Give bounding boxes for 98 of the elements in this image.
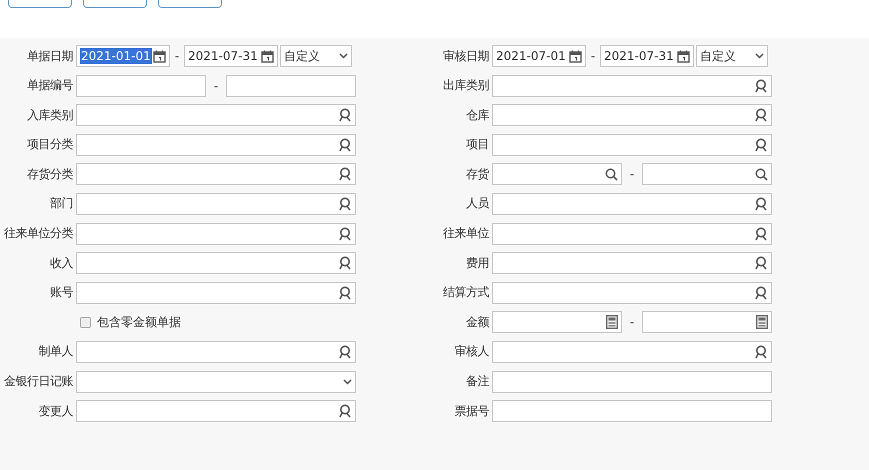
search-icon[interactable]	[605, 168, 618, 181]
field-label: 项目分类	[26, 136, 74, 154]
input-field[interactable]	[226, 74, 356, 97]
magnifier-icon[interactable]	[754, 256, 768, 270]
calendar-icon[interactable]	[677, 50, 690, 62]
input-field[interactable]	[492, 311, 622, 334]
range-separator: -	[212, 78, 220, 93]
magnifier-icon[interactable]	[754, 286, 768, 300]
magnifier-icon[interactable]	[338, 167, 352, 182]
input-field[interactable]	[492, 340, 772, 363]
magnifier-icon[interactable]	[754, 196, 768, 211]
magnifier-icon[interactable]	[338, 286, 352, 300]
input-field[interactable]	[76, 340, 356, 363]
field-label: 费用	[465, 254, 490, 272]
field-label: 人员	[465, 195, 490, 212]
field-label: 收入	[49, 254, 74, 272]
date-value: 2021-07-01	[496, 49, 566, 63]
input-field[interactable]	[76, 134, 356, 156]
input-field[interactable]	[76, 74, 206, 97]
calculator-icon[interactable]	[606, 315, 618, 330]
field-label: 往来单位	[442, 225, 490, 242]
range-separator: -	[590, 49, 596, 63]
field-label: 单据编号	[26, 77, 74, 94]
toolbar-button[interactable]	[158, 0, 222, 8]
input-field[interactable]	[492, 282, 772, 304]
magnifier-icon[interactable]	[338, 108, 352, 122]
field-label: 金额	[465, 314, 490, 331]
magnifier-icon[interactable]	[754, 108, 768, 122]
search-icon[interactable]	[755, 168, 768, 181]
input-field[interactable]	[76, 104, 356, 126]
input-field[interactable]	[76, 222, 356, 245]
period-dropdown[interactable]: 自定义	[696, 45, 768, 67]
date-field[interactable]: 2021-01-01	[76, 45, 170, 67]
calendar-icon[interactable]	[569, 50, 582, 62]
checkbox-label: 包含零金额单据	[97, 314, 181, 331]
field-label: 制单人	[38, 343, 74, 360]
range-separator: -	[628, 167, 636, 182]
field-label: 出库类别	[442, 77, 490, 94]
input-field[interactable]	[492, 163, 622, 186]
checkbox[interactable]	[80, 316, 91, 328]
magnifier-icon[interactable]	[338, 256, 352, 270]
input-field[interactable]	[76, 282, 356, 304]
period-dropdown[interactable]: 自定义	[280, 45, 352, 67]
field-label: 项目	[465, 136, 490, 154]
field-label: 账号	[49, 284, 74, 302]
input-field[interactable]	[492, 74, 772, 97]
magnifier-icon[interactable]	[338, 226, 352, 241]
input-field[interactable]	[492, 104, 772, 126]
field-label: 票据号	[454, 402, 490, 420]
magnifier-icon[interactable]	[754, 78, 768, 93]
date-value: 2021-07-31	[188, 49, 259, 63]
magnifier-icon[interactable]	[754, 344, 768, 359]
input-field[interactable]	[642, 163, 772, 186]
field-label: 存货分类	[26, 166, 74, 183]
field-label: 存货	[465, 166, 490, 183]
toolbar-button[interactable]	[8, 0, 72, 8]
input-field[interactable]	[76, 252, 356, 274]
range-separator: -	[174, 49, 180, 63]
input-field[interactable]	[76, 192, 356, 215]
input-field[interactable]	[492, 400, 772, 422]
field-label: 仓库	[465, 106, 490, 124]
date-field[interactable]: 2021-07-01	[492, 45, 586, 67]
input-field[interactable]	[492, 370, 772, 393]
date-value: 2021-01-01	[80, 48, 152, 64]
calendar-icon[interactable]	[153, 50, 166, 62]
calendar-icon[interactable]	[261, 50, 274, 62]
field-label: 审核日期	[442, 48, 490, 64]
input-field[interactable]	[492, 192, 772, 215]
field-label: 备注	[465, 373, 490, 390]
date-value: 2021-07-31	[604, 49, 675, 63]
field-label: 金银行日记账	[3, 373, 74, 390]
chevron-down-icon[interactable]	[339, 53, 348, 59]
magnifier-icon[interactable]	[338, 196, 352, 211]
field-label: 单据日期	[26, 48, 74, 64]
magnifier-icon[interactable]	[338, 138, 352, 152]
chevron-down-icon[interactable]	[343, 378, 352, 385]
chevron-down-icon[interactable]	[755, 53, 764, 59]
toolbar-button[interactable]	[83, 0, 147, 8]
magnifier-icon[interactable]	[754, 226, 768, 241]
magnifier-icon[interactable]	[338, 404, 352, 418]
input-field[interactable]	[492, 252, 772, 274]
date-field[interactable]: 2021-07-31	[184, 45, 278, 67]
calculator-icon[interactable]	[756, 315, 768, 330]
range-separator: -	[628, 315, 636, 330]
date-field[interactable]: 2021-07-31	[600, 45, 694, 67]
input-field[interactable]	[492, 134, 772, 156]
field-label: 往来单位分类	[3, 225, 74, 242]
input-field[interactable]	[76, 163, 356, 186]
field-label: 入库类别	[26, 106, 74, 124]
field-label: 结算方式	[442, 284, 490, 302]
field-label: 部门	[49, 195, 74, 212]
input-field[interactable]	[76, 400, 356, 422]
field-label: 审核人	[454, 343, 490, 360]
field-label: 变更人	[38, 402, 74, 420]
input-field[interactable]	[492, 222, 772, 245]
magnifier-icon[interactable]	[754, 138, 768, 152]
input-field[interactable]	[642, 311, 772, 334]
magnifier-icon[interactable]	[338, 344, 352, 359]
